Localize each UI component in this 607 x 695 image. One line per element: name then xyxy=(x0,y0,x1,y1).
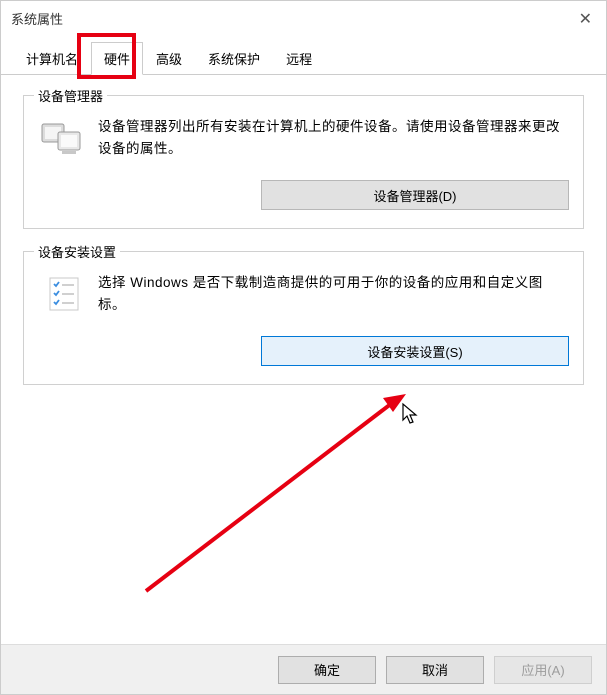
close-icon[interactable]: ✕ xyxy=(579,9,592,29)
install-settings-button[interactable]: 设备安装设置(S) xyxy=(261,336,569,366)
window-title: 系统属性 xyxy=(11,9,63,28)
ok-button[interactable]: 确定 xyxy=(278,656,376,684)
tab-strip: 计算机名 硬件 高级 系统保护 远程 xyxy=(1,35,606,75)
tab-computer-name[interactable]: 计算机名 xyxy=(13,42,91,75)
tab-remote[interactable]: 远程 xyxy=(273,42,325,75)
tab-advanced[interactable]: 高级 xyxy=(143,42,195,75)
install-settings-legend: 设备安装设置 xyxy=(34,242,120,261)
install-settings-text: 选择 Windows 是否下载制造商提供的可用于你的设备的应用和自定义图标。 xyxy=(98,272,569,316)
device-manager-row: 设备管理器列出所有安装在计算机上的硬件设备。请使用设备管理器来更改设备的属性。 xyxy=(36,108,571,174)
device-manager-text: 设备管理器列出所有安装在计算机上的硬件设备。请使用设备管理器来更改设备的属性。 xyxy=(98,116,569,160)
tab-system-protection[interactable]: 系统保护 xyxy=(195,42,273,75)
device-manager-button-row: 设备管理器(D) xyxy=(36,174,571,210)
bottom-bar: 确定 取消 应用(A) xyxy=(1,644,606,694)
install-settings-row: 选择 Windows 是否下载制造商提供的可用于你的设备的应用和自定义图标。 xyxy=(36,264,571,330)
install-settings-button-row: 设备安装设置(S) xyxy=(36,330,571,366)
titlebar: 系统属性 ✕ xyxy=(1,1,606,35)
install-settings-group: 设备安装设置 选择 Windows 是否下载制造商提供的可用于你的设备的应用和自… xyxy=(23,251,584,385)
tab-hardware[interactable]: 硬件 xyxy=(91,42,143,75)
device-manager-button[interactable]: 设备管理器(D) xyxy=(261,180,569,210)
device-manager-icon xyxy=(40,116,84,160)
device-manager-group: 设备管理器 设备管理器列出所有安装在计算机上的硬件设备。请使用设备管理器来更改设… xyxy=(23,95,584,229)
cancel-button[interactable]: 取消 xyxy=(386,656,484,684)
system-properties-window: 系统属性 ✕ 计算机名 硬件 高级 系统保护 远程 设备管理器 xyxy=(0,0,607,695)
device-manager-legend: 设备管理器 xyxy=(34,86,107,105)
apply-button[interactable]: 应用(A) xyxy=(494,656,592,684)
tab-content: 设备管理器 设备管理器列出所有安装在计算机上的硬件设备。请使用设备管理器来更改设… xyxy=(1,75,606,427)
checklist-icon xyxy=(40,272,84,316)
